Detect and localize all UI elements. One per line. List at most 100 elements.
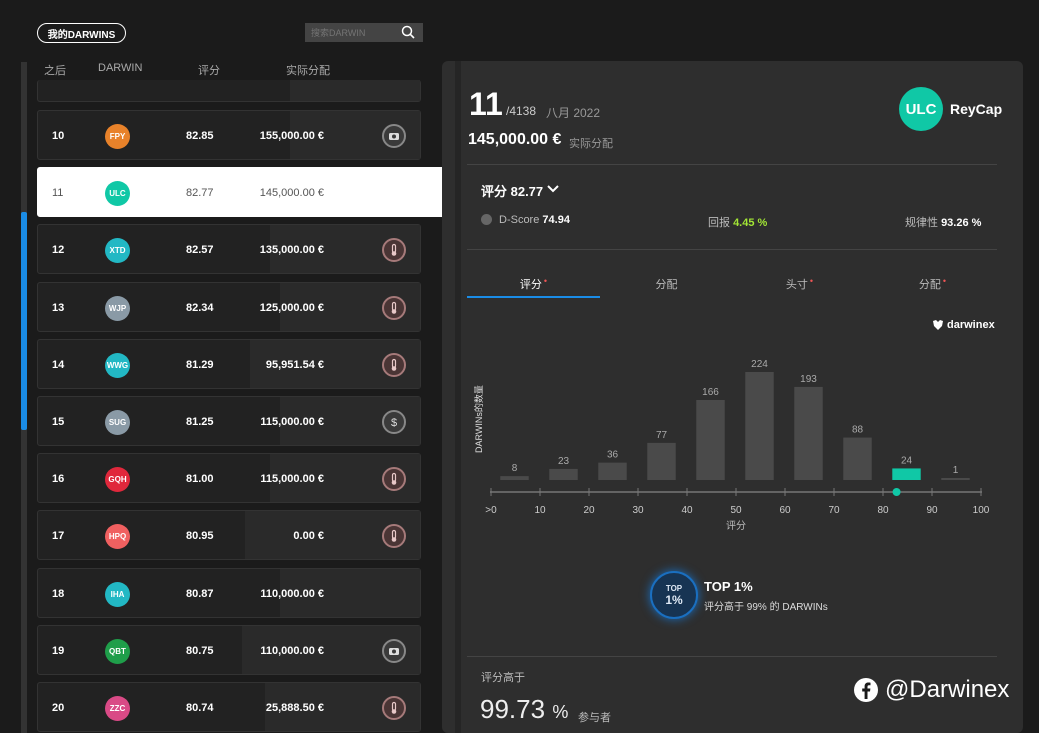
bar-value-label: 224 xyxy=(751,359,768,370)
row-alloc: 155,000.00 € xyxy=(259,130,324,142)
chart-bar xyxy=(647,442,676,480)
row-rank: 17 xyxy=(52,530,65,543)
list-item[interactable]: 16 GQH 81.00 115,000.00 € xyxy=(37,453,421,504)
tab-positions[interactable]: 头寸 • xyxy=(733,276,866,292)
list-item[interactable]: 19 QBT 80.75 110,000.00 € xyxy=(37,624,421,675)
detail-total: /4138 xyxy=(506,104,537,118)
search-input[interactable] xyxy=(305,27,395,38)
chevron-down-icon[interactable] xyxy=(546,182,560,200)
detail-tabs: 评分 • 分配 头寸 • 分配 • xyxy=(467,270,997,298)
list-item-partial xyxy=(37,80,421,102)
row-rank: 12 xyxy=(52,244,65,257)
row-rank: 16 xyxy=(52,473,65,486)
active-tab-indicator xyxy=(467,296,600,298)
row-alloc: 25,888.50 € xyxy=(265,702,324,714)
facebook-icon xyxy=(854,678,878,702)
list-item[interactable]: 11 ULC 82.77 145,000.00 € xyxy=(37,167,445,218)
chart-bar xyxy=(745,372,774,480)
chart-bar xyxy=(549,468,578,480)
bar-value-label: 8 xyxy=(512,463,518,474)
row-score: 80.87 xyxy=(186,587,214,600)
darwin-badge[interactable]: FPY xyxy=(105,124,130,149)
x-tick-label: 70 xyxy=(828,505,840,516)
darwin-badge[interactable]: WWG xyxy=(105,352,130,378)
x-tick-label: 80 xyxy=(877,505,889,516)
chart-bar xyxy=(892,468,921,480)
list-item[interactable]: 17 HPQ 80.95 0.00 € xyxy=(37,510,421,561)
dollar-icon[interactable]: $ xyxy=(382,410,406,434)
chart-bar xyxy=(696,399,725,480)
darwin-badge[interactable]: WJP xyxy=(105,295,130,321)
list-item[interactable]: 18 IHA 80.87 110,000.00 € xyxy=(37,567,421,618)
darwin-badge[interactable]: SUG xyxy=(105,410,130,435)
list-scrollbar-thumb[interactable] xyxy=(21,212,27,430)
row-score: 81.00 xyxy=(186,473,214,486)
darwin-badge[interactable]: IHA xyxy=(105,581,130,607)
detail-rank: 11 xyxy=(469,86,503,122)
score-marker xyxy=(892,488,901,496)
row-score: 81.29 xyxy=(186,358,214,371)
header-rank: 之后 xyxy=(44,65,66,77)
investor-icon[interactable] xyxy=(382,638,406,663)
darwin-badge[interactable]: GQH xyxy=(105,467,130,493)
darwin-name[interactable]: ReyCap xyxy=(950,101,1002,117)
dscore-icon xyxy=(481,214,492,225)
x-tick-label: 30 xyxy=(632,505,644,516)
top-percent-badge: TOP 1% xyxy=(650,571,698,619)
thermometer-icon[interactable] xyxy=(382,352,406,377)
tab-allocation[interactable]: 分配 xyxy=(600,276,733,292)
bar-value-label: 24 xyxy=(901,455,913,466)
row-score: 81.25 xyxy=(186,416,214,428)
darwin-badge[interactable]: QBT xyxy=(105,638,130,664)
darwin-badge[interactable]: HPQ xyxy=(105,524,130,550)
tab-allocation-2[interactable]: 分配 • xyxy=(866,276,999,292)
list-item[interactable]: 10 FPY 82.85 155,000.00 € xyxy=(37,110,421,160)
row-rank: 10 xyxy=(52,130,65,142)
chart-bar xyxy=(794,386,823,480)
list-item[interactable]: 15 SUG 81.25 115,000.00 € $ xyxy=(37,396,421,446)
thermometer-icon[interactable] xyxy=(382,467,406,492)
bar-value-label: 1 xyxy=(953,465,959,476)
row-alloc: 0.00 € xyxy=(293,530,324,543)
x-tick-label: 40 xyxy=(681,505,693,516)
my-darwins-button[interactable]: 我的DARWINS xyxy=(37,23,126,43)
consistency-metric: 规律性 93.26 % xyxy=(905,217,982,229)
score-above-value: 99.73 % xyxy=(480,694,569,724)
list-item[interactable]: 14 WWG 81.29 95,951.54 € xyxy=(37,338,421,389)
score-dropdown[interactable]: 评分 82.77 xyxy=(481,181,543,200)
list-item[interactable]: 13 WJP 82.34 125,000.00 € xyxy=(37,281,421,332)
investor-icon[interactable] xyxy=(382,124,406,148)
darwin-badge[interactable]: ULC xyxy=(105,181,130,207)
row-score: 80.95 xyxy=(186,530,214,543)
row-score: 82.77 xyxy=(186,187,214,200)
row-alloc: 135,000.00 € xyxy=(259,244,324,257)
row-alloc: 115,000.00 € xyxy=(260,473,324,486)
x-tick-label: 20 xyxy=(583,505,595,516)
row-alloc: 110,000.00 € xyxy=(260,644,324,657)
top-percent-subtitle: 评分高于 99% 的 DARWINs xyxy=(704,602,828,613)
top-percent-title: TOP 1% xyxy=(704,579,753,594)
darwin-logo: ULC xyxy=(899,87,943,131)
row-rank: 15 xyxy=(52,416,65,428)
score-above-participants: 参与者 xyxy=(578,712,611,724)
detail-month: 八月 2022 xyxy=(546,106,601,120)
chart-bar xyxy=(598,462,627,480)
tab-score[interactable]: 评分 • xyxy=(467,276,600,292)
chart-bar xyxy=(500,476,529,480)
thermometer-icon[interactable] xyxy=(382,295,406,320)
thermometer-icon[interactable] xyxy=(382,696,406,720)
search-icon[interactable] xyxy=(401,25,415,44)
chart-bar xyxy=(941,478,970,480)
search-box[interactable] xyxy=(305,23,423,42)
darwin-badge[interactable]: ZZC xyxy=(105,696,130,721)
x-tick-label: >0 xyxy=(485,505,497,516)
list-item[interactable]: 20 ZZC 80.74 25,888.50 € xyxy=(37,682,421,732)
row-score: 82.57 xyxy=(186,244,214,257)
darwin-badge[interactable]: XTD xyxy=(105,238,130,264)
bar-value-label: 166 xyxy=(702,387,719,398)
row-score: 80.74 xyxy=(186,702,214,714)
row-rank: 14 xyxy=(52,358,65,371)
row-alloc: 110,000.00 € xyxy=(260,587,324,600)
list-item[interactable]: 12 XTD 82.57 135,000.00 € xyxy=(37,224,421,275)
row-rank: 20 xyxy=(52,702,65,714)
